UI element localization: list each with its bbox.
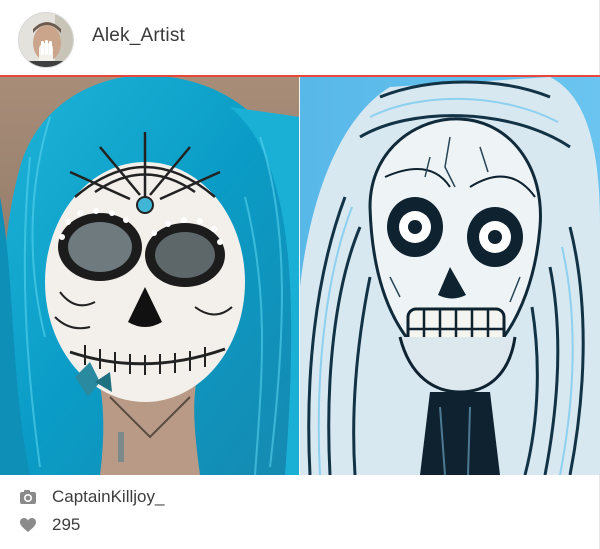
makeup-photo-image (0, 77, 300, 475)
author-avatar[interactable] (18, 12, 74, 68)
author-username[interactable]: Alek_Artist (92, 25, 185, 47)
heart-icon[interactable] (18, 515, 38, 535)
photo-right-drawing[interactable] (300, 77, 600, 475)
skull-drawing-image (300, 77, 600, 475)
photo-credit-name[interactable]: CaptainKilljoy_ (52, 487, 164, 507)
camera-icon (18, 487, 38, 507)
avatar-image (19, 13, 73, 67)
likes-row[interactable]: 295 (18, 513, 80, 537)
post-header: Alek_Artist (0, 0, 600, 77)
photo-credit-row[interactable]: CaptainKilljoy_ (18, 485, 164, 509)
post-card: Alek_Artist CaptainKilljoy_ 295 (0, 0, 600, 549)
photo-left-makeup[interactable] (0, 77, 300, 475)
likes-count: 295 (52, 515, 81, 534)
